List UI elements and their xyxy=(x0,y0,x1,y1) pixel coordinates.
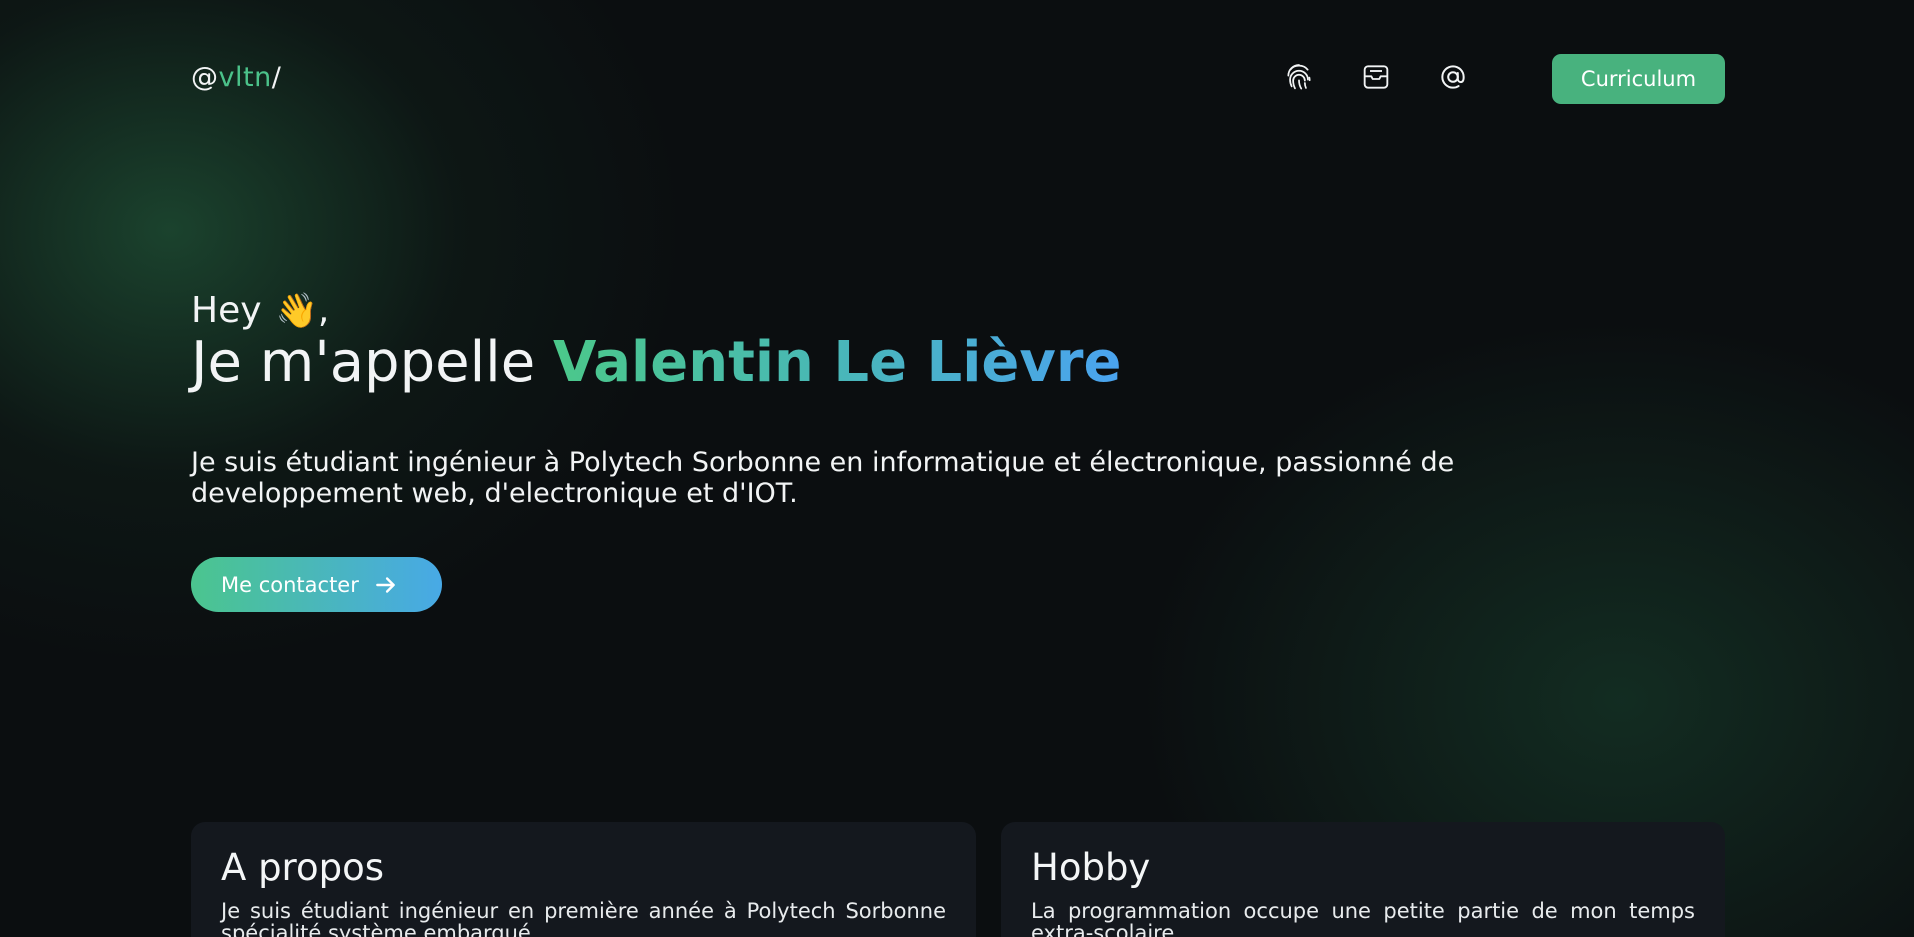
hero-headline: Je m'appelle Valentin Le Lièvre xyxy=(191,330,1122,395)
inbox-icon[interactable] xyxy=(1359,60,1393,94)
logo-accent: vltn xyxy=(218,62,272,93)
hero-intro: Je suis étudiant ingénieur à Polytech So… xyxy=(191,447,1455,509)
greeting-comma: , xyxy=(317,290,330,331)
at-icon[interactable] xyxy=(1436,60,1470,94)
site-logo[interactable]: @vltn/ xyxy=(191,62,281,93)
about-text: Je suis étudiant ingénieur en première a… xyxy=(221,899,946,937)
about-card: A propos Je suis étudiant ingénieur en p… xyxy=(191,822,976,937)
hobby-title: Hobby xyxy=(1031,846,1151,889)
fingerprint-icon[interactable] xyxy=(1282,60,1316,94)
header-nav xyxy=(1282,60,1470,94)
greeting-text: Hey xyxy=(191,290,262,331)
arrow-right-icon xyxy=(376,576,395,593)
contact-button[interactable]: Me contacter xyxy=(191,557,442,612)
contact-button-label: Me contacter xyxy=(221,572,359,597)
waving-hand-icon: 👋 xyxy=(275,290,318,331)
curriculum-button[interactable]: Curriculum xyxy=(1552,54,1725,104)
logo-suffix: / xyxy=(271,62,282,93)
headline-prefix: Je m'appelle xyxy=(191,330,553,395)
greeting: Hey 👋 , xyxy=(191,290,329,331)
hobby-card: Hobby La programmation occupe une petite… xyxy=(1001,822,1725,937)
logo-prefix: @ xyxy=(191,62,219,93)
about-title: A propos xyxy=(221,846,384,889)
hero-name: Valentin Le Lièvre xyxy=(552,330,1122,395)
page: @vltn/ Curriculum Hey 👋 , Je m'appelle V… xyxy=(0,0,1914,937)
hobby-text: La programmation occupe une petite parti… xyxy=(1031,899,1695,937)
